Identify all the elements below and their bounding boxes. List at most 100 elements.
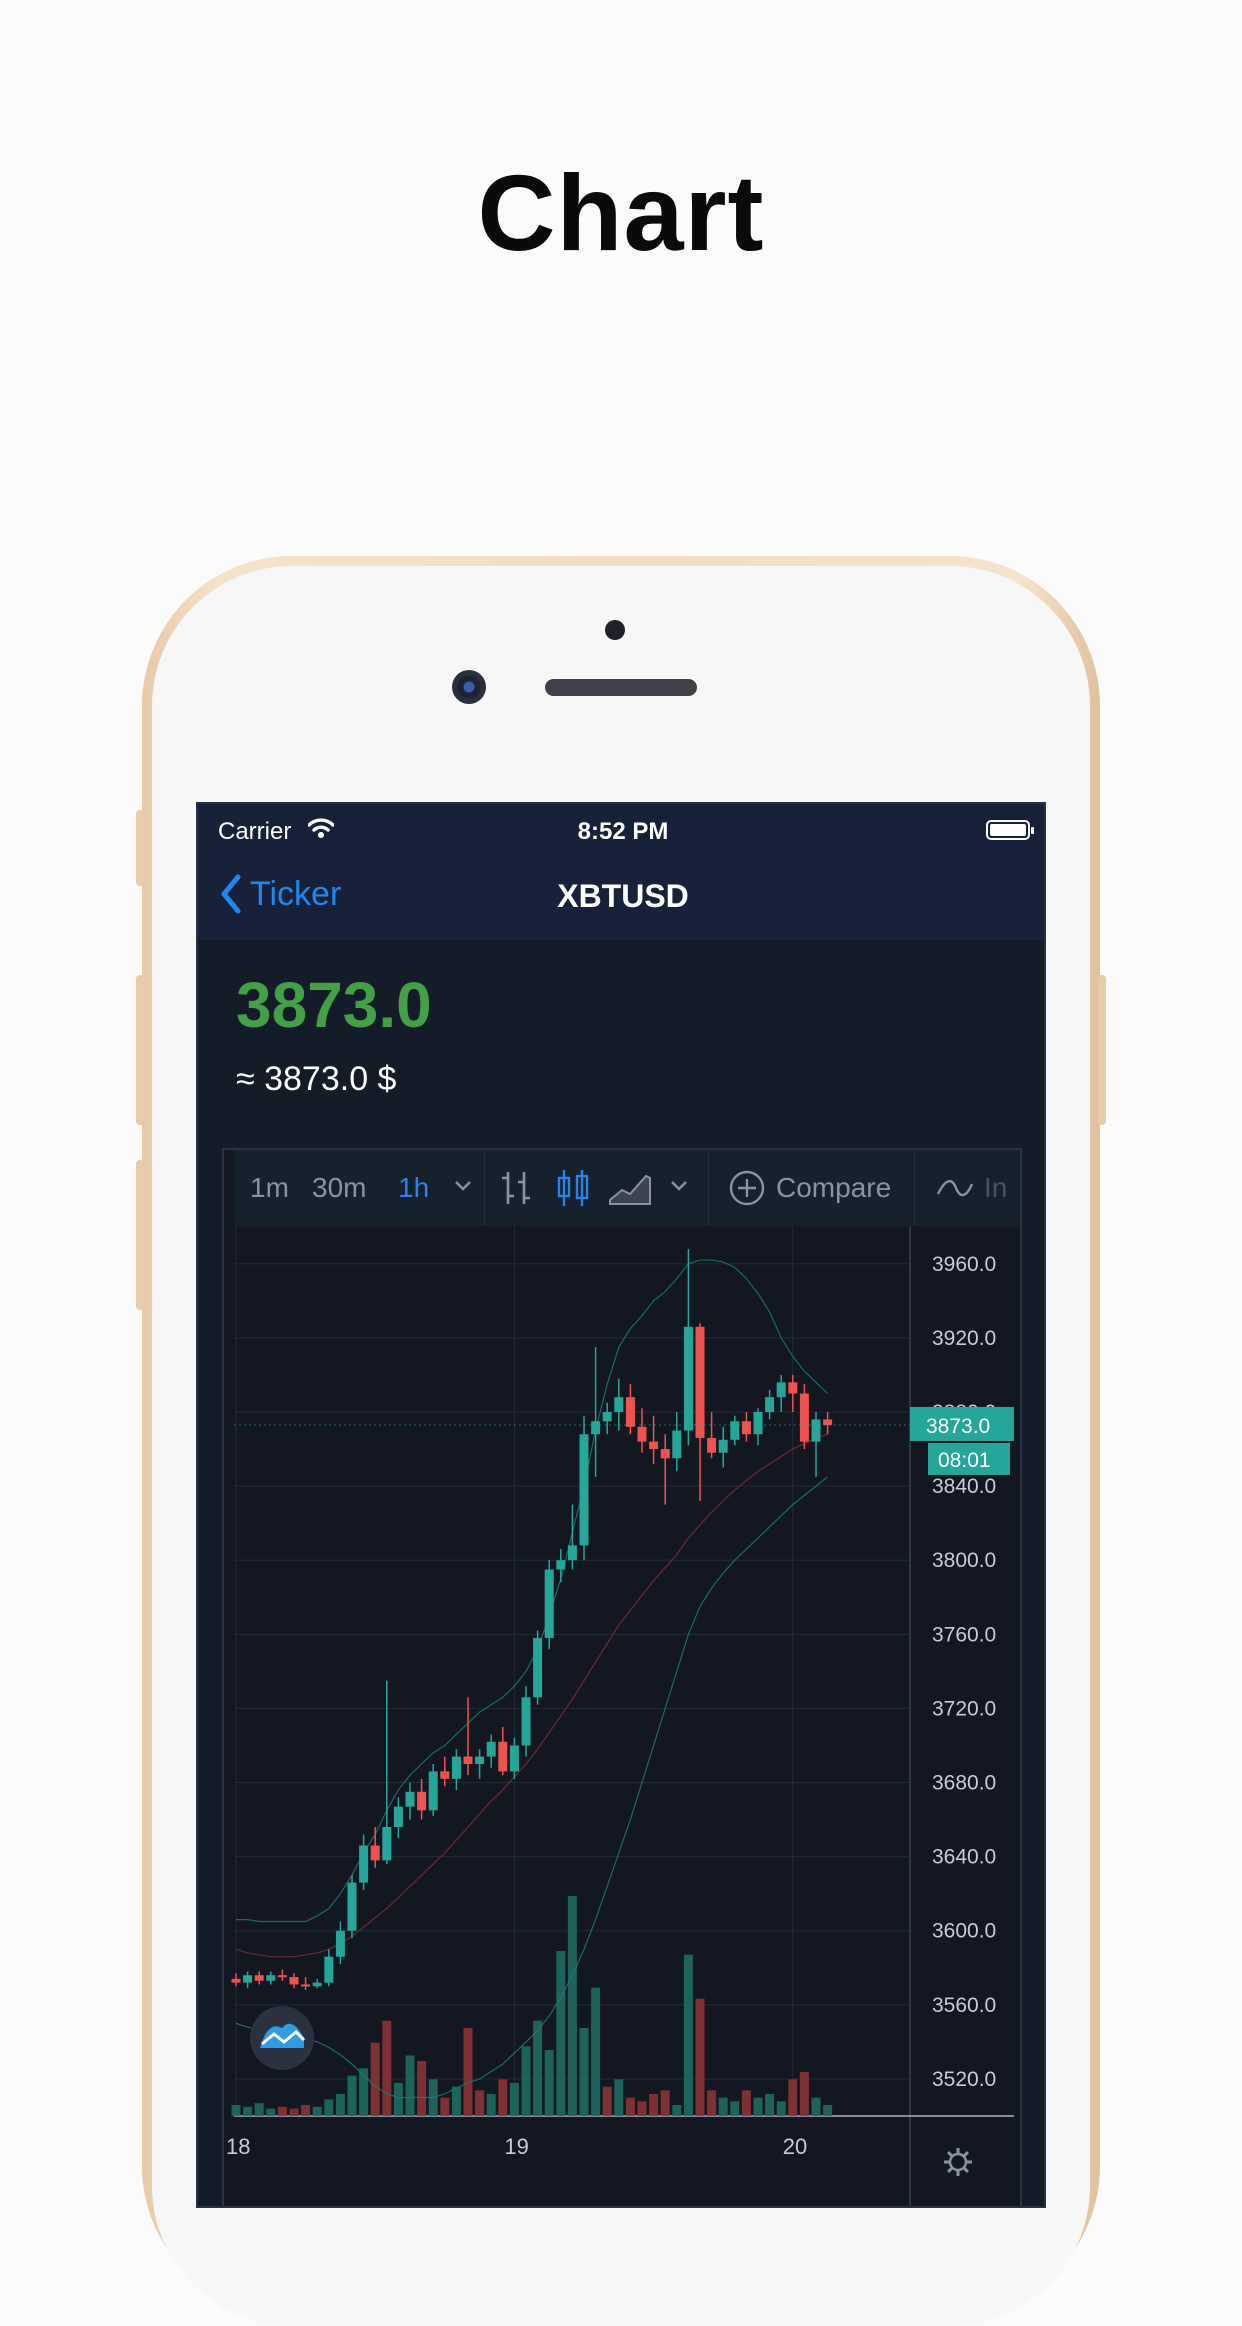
price-chart[interactable]: 3960.03920.03880.03840.03800.03760.03720… — [224, 1226, 1022, 2208]
x-tick-label: 18 — [226, 2134, 250, 2159]
bar-chart-icon[interactable] — [498, 1168, 534, 1208]
candle-body — [544, 1569, 554, 1639]
candle-body — [498, 1741, 508, 1772]
volume-bar — [243, 2106, 253, 2116]
candle-body — [451, 1756, 461, 1779]
x-tick-label: 20 — [783, 2134, 807, 2159]
interval-30m-button[interactable]: 30m — [312, 1172, 366, 1204]
candle-body — [788, 1382, 798, 1394]
chevron-down-icon[interactable] — [670, 1180, 688, 1192]
volume-bar — [254, 2103, 264, 2116]
candle-body — [533, 1638, 543, 1698]
nav-title: XBTUSD — [557, 878, 689, 914]
candle-body — [741, 1421, 751, 1435]
volume-bar — [370, 2042, 380, 2116]
interval-1m-button[interactable]: 1m — [250, 1172, 289, 1204]
volume-bar — [393, 2083, 403, 2116]
candle-body — [660, 1449, 670, 1459]
candle-body — [509, 1745, 519, 1772]
volume-bar — [799, 2072, 809, 2116]
candle-body — [649, 1441, 659, 1450]
indicators-button[interactable]: In — [984, 1172, 1007, 1204]
volume-bar — [301, 2105, 311, 2116]
candle-body — [556, 1560, 566, 1570]
phone-volume-down — [136, 1160, 144, 1310]
volume-bar — [718, 2097, 728, 2116]
volume-bar — [591, 1987, 601, 2116]
battery-icon — [986, 820, 1034, 840]
status-bar: Carrier 8:52 PM — [198, 804, 1044, 854]
volume-bar — [730, 2101, 740, 2116]
volume-bar — [440, 2097, 450, 2116]
candles-icon[interactable] — [556, 1168, 590, 1208]
candle-body — [637, 1426, 647, 1442]
volume-bar — [312, 2106, 322, 2116]
navigation-bar: Ticker XBTUSD — [198, 854, 1044, 940]
volume-bar — [417, 2061, 427, 2116]
toolbar-divider — [914, 1150, 915, 1226]
volume-bar — [451, 2086, 461, 2116]
volume-bar — [765, 2094, 775, 2116]
volume-bar — [788, 2079, 798, 2116]
volume-bar — [660, 2090, 670, 2116]
candle-body — [382, 1826, 392, 1861]
candle-body — [370, 1845, 380, 1861]
volume-bar — [602, 2086, 612, 2116]
y-tick-label: 3560.0 — [932, 1994, 996, 2017]
volume-bar — [277, 2106, 287, 2116]
candle-body — [231, 1978, 241, 1983]
add-circle-icon[interactable] — [728, 1169, 766, 1207]
y-tick-label: 3760.0 — [932, 1623, 996, 1646]
volume-bar — [625, 2097, 635, 2116]
last-price-tag-label: 3873.0 — [926, 1415, 990, 1438]
volume-bar — [521, 2046, 531, 2116]
interval-1h-button[interactable]: 1h — [398, 1172, 429, 1204]
volume-bar — [649, 2094, 659, 2116]
last-price: 3873.0 — [236, 969, 432, 1041]
candle-body — [579, 1434, 589, 1546]
candle-body — [254, 1975, 264, 1981]
volume-bar — [811, 2097, 821, 2116]
phone-mute-switch — [136, 810, 144, 886]
candle-body — [359, 1845, 369, 1883]
candle-body — [567, 1545, 577, 1561]
compare-button[interactable]: Compare — [776, 1172, 891, 1204]
y-tick-label: 3640.0 — [932, 1846, 996, 1869]
candle-body — [823, 1419, 833, 1425]
candle-body — [428, 1771, 438, 1811]
volume-bar — [683, 1954, 693, 2116]
volume-bar — [347, 2075, 357, 2116]
candle-body — [347, 1882, 357, 1931]
status-time: 8:52 PM — [577, 818, 669, 845]
indicators-icon[interactable] — [936, 1176, 974, 1200]
volume-bar — [266, 2108, 276, 2116]
volume-bar — [741, 2090, 751, 2116]
candle-body — [243, 1975, 253, 1983]
candle-body — [683, 1326, 693, 1431]
area-chart-icon[interactable] — [608, 1168, 652, 1208]
phone-volume-up — [136, 975, 144, 1125]
candle-body — [811, 1419, 821, 1442]
chevron-down-icon[interactable] — [454, 1180, 472, 1192]
volume-bar — [533, 2020, 543, 2116]
candle-body — [266, 1975, 276, 1981]
countdown-tag-label: 08:01 — [938, 1449, 991, 1472]
candle-body — [602, 1412, 612, 1422]
volume-bar — [405, 2055, 415, 2116]
volume-bar — [672, 2105, 682, 2116]
y-tick-label: 3800.0 — [932, 1549, 996, 1572]
volume-bar — [335, 2094, 345, 2116]
front-camera-icon — [452, 670, 486, 704]
candle-body — [707, 1437, 717, 1453]
app-screen: Carrier 8:52 PM Ticker XBTUSD 3873.0 ≈ 3… — [196, 802, 1046, 2208]
approx-price: ≈ 3873.0 $ — [236, 1060, 397, 1098]
chart-toolbar: 1m 30m 1h Compare In — [234, 1150, 1020, 1226]
candle-body — [440, 1771, 450, 1779]
candle-body — [753, 1412, 763, 1435]
candle-body — [301, 1984, 311, 1987]
candle-body — [324, 1956, 334, 1983]
y-tick-label: 3920.0 — [932, 1327, 996, 1350]
y-tick-label: 3840.0 — [932, 1475, 996, 1498]
candle-body — [289, 1977, 299, 1985]
volume-bar — [823, 2105, 833, 2116]
